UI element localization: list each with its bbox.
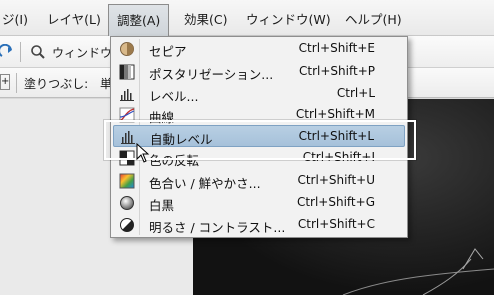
- menu-image[interactable]: ジ(I): [2, 10, 28, 30]
- menu-item-black-white[interactable]: 白黒 Ctrl+Shift+G: [113, 192, 405, 214]
- posterize-icon: [119, 64, 135, 80]
- menu-item-label: セピア: [149, 44, 187, 59]
- menu-item-shortcut: Ctrl+Shift+U: [297, 173, 375, 187]
- brightness-contrast-icon: [120, 218, 134, 232]
- toolbar-separator: [20, 42, 21, 62]
- menu-item-shortcut: Ctrl+Shift+C: [297, 217, 375, 231]
- toolbar-separator: [16, 73, 17, 93]
- menu-help[interactable]: ヘルプ(H): [345, 10, 402, 30]
- window-label[interactable]: ウィンドウ: [52, 44, 112, 61]
- menu-item-label: 白黒: [149, 198, 175, 213]
- menu-item-shortcut: Ctrl+L: [336, 86, 375, 100]
- menu-adjustments[interactable]: 調整(A): [108, 4, 170, 36]
- menu-item-brightness-contrast[interactable]: 明るさ / コントラスト... Ctrl+Shift+C: [113, 214, 405, 236]
- menu-bar: ジ(I) レイヤ(L) 調整(A) 効果(C) ウィンドウ(W) ヘルプ(H): [0, 0, 494, 36]
- fill-mode-label: 塗りつぶし:: [24, 77, 89, 91]
- menu-effects[interactable]: 効果(C): [184, 10, 227, 30]
- hue-saturation-icon: [119, 173, 135, 189]
- menu-item-label: 色合い / 鮮やかさ...: [149, 176, 261, 191]
- menu-item-label: ポスタリゼーション...: [149, 67, 274, 82]
- menu-window[interactable]: ウィンドウ(W): [246, 10, 331, 30]
- highlight-frame: [104, 120, 416, 160]
- redo-icon[interactable]: [0, 44, 14, 60]
- levels-icon: [120, 89, 134, 101]
- black-white-icon: [120, 196, 134, 210]
- menu-item-levels[interactable]: レベル... Ctrl+L: [113, 83, 405, 105]
- menu-item-hue-saturation[interactable]: 色合い / 鮮やかさ... Ctrl+Shift+U: [113, 170, 405, 192]
- menu-item-label: 明るさ / コントラスト...: [149, 220, 286, 235]
- menu-item-shortcut: Ctrl+Shift+P: [299, 64, 375, 78]
- expand-icon[interactable]: +: [0, 74, 10, 90]
- menu-item-shortcut: Ctrl+Shift+E: [298, 41, 375, 55]
- menu-item-shortcut: Ctrl+Shift+M: [295, 107, 375, 121]
- mouse-cursor-icon: [136, 143, 150, 163]
- menu-item-sepia[interactable]: セピア Ctrl+Shift+E: [113, 38, 405, 60]
- sepia-icon: [120, 42, 134, 56]
- zoom-icon[interactable]: [30, 44, 46, 60]
- menu-item-posterize[interactable]: ポスタリゼーション... Ctrl+Shift+P: [113, 61, 405, 83]
- menu-item-shortcut: Ctrl+Shift+G: [296, 195, 375, 209]
- menu-layers[interactable]: レイヤ(L): [47, 10, 101, 30]
- menu-item-label: レベル...: [149, 89, 199, 104]
